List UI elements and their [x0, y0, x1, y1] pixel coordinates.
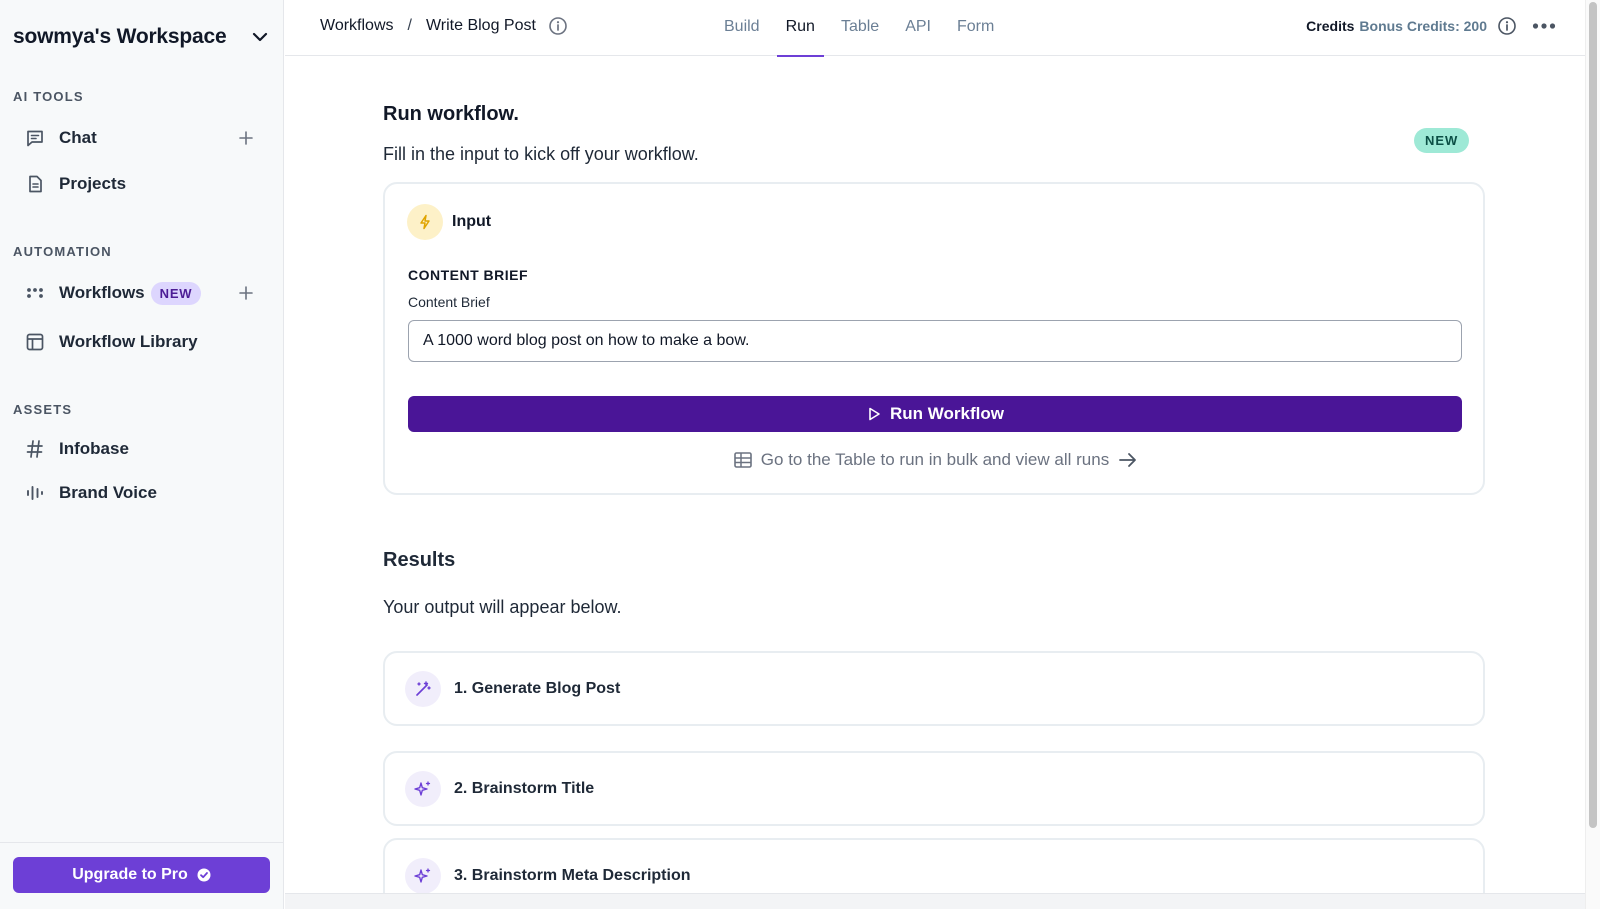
bonus-credits: Bonus Credits: 200: [1359, 18, 1487, 34]
content-brief-field-label: Content Brief: [408, 294, 490, 310]
tab-table[interactable]: Table: [832, 0, 888, 56]
layout-icon: [24, 331, 46, 353]
sidebar-item-projects[interactable]: Projects: [24, 167, 260, 201]
upgrade-label: Upgrade to Pro: [72, 866, 188, 883]
run-workflow-label: Run Workflow: [890, 404, 1004, 423]
tab-run[interactable]: Run: [776, 0, 825, 57]
more-horizontal-icon[interactable]: [1531, 16, 1557, 36]
info-icon[interactable]: [1497, 16, 1517, 36]
section-label-automation: AUTOMATION: [13, 244, 112, 259]
dots-grid-icon: [24, 282, 46, 304]
sidebar: sowmya's Workspace AI TOOLS Chat Project…: [0, 0, 284, 909]
verified-check-icon: [197, 868, 211, 882]
run-title: Run workflow.: [383, 103, 519, 125]
bolt-icon: [407, 204, 443, 240]
go-to-table-link[interactable]: Go to the Table to run in bulk and view …: [385, 450, 1487, 470]
add-chat-plus-icon[interactable]: [236, 128, 256, 148]
sidebar-item-infobase[interactable]: Infobase: [24, 432, 260, 466]
play-icon: [866, 406, 882, 422]
step-title: 1. Generate Blog Post: [454, 679, 621, 697]
workflow-tabs: Build Run Table API Form: [715, 0, 1011, 57]
run-subtitle: Fill in the input to kick off your workf…: [383, 144, 699, 164]
step-title: 2. Brainstorm Title: [454, 779, 595, 797]
chat-bubble-icon: [24, 127, 46, 149]
input-card-header: Input: [407, 204, 491, 240]
step-title: 3. Brainstorm Meta Description: [454, 866, 691, 884]
main-content: Run workflow. Fill in the input to kick …: [285, 57, 1585, 893]
breadcrumb: Workflows / Write Blog Post: [320, 16, 568, 36]
sidebar-item-label: Projects: [59, 174, 127, 193]
run-workflow-button[interactable]: Run Workflow: [408, 396, 1462, 432]
sidebar-footer: Upgrade to Pro: [0, 842, 284, 909]
sidebar-item-workflows[interactable]: Workflows NEW: [24, 276, 260, 310]
sidebar-item-brand-voice[interactable]: Brand Voice: [24, 476, 260, 510]
chevron-down-icon[interactable]: [249, 26, 271, 48]
breadcrumb-separator: /: [407, 17, 412, 34]
horizontal-scrollbar[interactable]: [285, 893, 1585, 909]
sidebar-item-label: Workflows: [59, 283, 145, 302]
top-bar: Workflows / Write Blog Post Build Run Ta…: [285, 0, 1585, 57]
section-label-assets: ASSETS: [13, 402, 73, 417]
results-subtitle: Your output will appear below.: [383, 597, 622, 617]
vertical-scrollbar[interactable]: [1585, 0, 1600, 909]
step-card-generate-blog-post[interactable]: 1. Generate Blog Post: [383, 651, 1485, 726]
input-card: Input CONTENT BRIEF Content Brief Run Wo…: [383, 182, 1485, 495]
sidebar-item-label: Brand Voice: [59, 483, 157, 502]
credits-label: Credits: [1306, 18, 1355, 34]
tab-api[interactable]: API: [896, 0, 940, 56]
results-title: Results: [383, 549, 456, 571]
info-icon[interactable]: [548, 16, 568, 36]
scrollbar-thumb[interactable]: [1589, 2, 1597, 828]
step-card-brainstorm-title[interactable]: 2. Brainstorm Title: [383, 751, 1485, 826]
breadcrumb-workflows-link[interactable]: Workflows: [320, 17, 394, 35]
workspace-name: sowmya's Workspace: [13, 25, 227, 48]
workspace-switcher[interactable]: sowmya's Workspace: [13, 22, 271, 52]
sidebar-item-label: Workflow Library: [59, 332, 198, 351]
content-brief-section-label: CONTENT BRIEF: [408, 267, 529, 283]
sparkle-icon: [405, 857, 441, 893]
content-brief-input[interactable]: [408, 320, 1462, 362]
step-card-brainstorm-meta-description[interactable]: 3. Brainstorm Meta Description: [383, 838, 1485, 893]
document-icon: [24, 173, 46, 195]
credits-area: Credits Bonus Credits: 200: [1306, 16, 1557, 36]
sidebar-item-label: Infobase: [59, 439, 129, 458]
add-workflow-plus-icon[interactable]: [236, 283, 256, 303]
tab-build[interactable]: Build: [715, 0, 769, 56]
new-badge: NEW: [150, 281, 202, 305]
section-label-ai-tools: AI TOOLS: [13, 89, 84, 104]
input-card-title: Input: [452, 213, 492, 230]
sidebar-item-chat[interactable]: Chat: [24, 121, 260, 155]
go-to-table-label: Go to the Table to run in bulk and view …: [760, 450, 1110, 469]
new-badge: NEW: [1414, 128, 1470, 153]
arrow-right-icon: [1117, 450, 1139, 470]
magic-wand-icon: [405, 670, 441, 707]
hash-icon: [24, 438, 46, 460]
breadcrumb-current-page: Write Blog Post: [425, 17, 536, 34]
sparkle-icon: [405, 770, 441, 807]
upgrade-to-pro-button[interactable]: Upgrade to Pro: [13, 857, 270, 893]
tab-form[interactable]: Form: [948, 0, 1003, 56]
sidebar-item-label: Chat: [59, 128, 97, 147]
table-icon: [733, 450, 753, 470]
audio-bars-icon: [24, 482, 46, 504]
sidebar-item-workflow-library[interactable]: Workflow Library: [24, 325, 260, 359]
